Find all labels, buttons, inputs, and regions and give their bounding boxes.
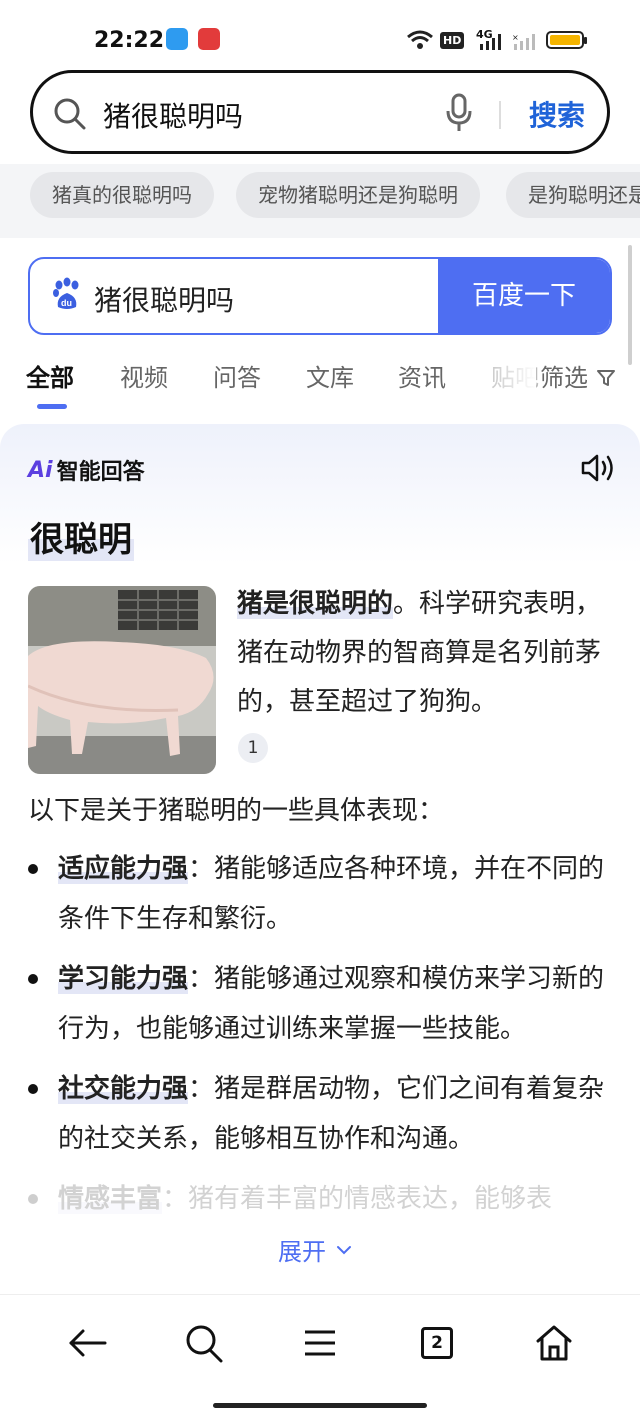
arrow-left-icon: [69, 1329, 107, 1357]
bullet-dot: [28, 974, 38, 984]
browser-search-bar[interactable]: 猪很聪明吗 搜索: [30, 70, 610, 154]
list-item: 社交能力强：猪是群居动物，它们之间有着复杂的社交关系，能够相互协作和沟通。: [28, 1064, 610, 1164]
filter-label: 筛选: [540, 364, 588, 392]
expand-button[interactable]: 展开: [278, 1232, 352, 1267]
answer-intro: 以下是关于猪聪明的一些具体表现：: [28, 796, 445, 826]
svg-text:du: du: [61, 298, 72, 308]
suggestion-chip[interactable]: 猪真的很聪明吗: [30, 172, 214, 218]
point-keyword: 社交能力强: [58, 1074, 189, 1104]
suggestion-chip[interactable]: 是狗聪明还是: [506, 172, 640, 218]
status-bar: 22:22 HD 4G ×: [0, 0, 640, 70]
baidu-search-button[interactable]: 百度一下: [438, 259, 610, 333]
tab-count-icon: 2: [421, 1327, 453, 1359]
tab-news[interactable]: 资讯: [398, 358, 446, 393]
answer-summary: 猪是很聪明的。科学研究表明，猪在动物界的智商算是名列前茅的，甚至超过了狗狗。: [237, 580, 617, 727]
tabs-button[interactable]: 2: [417, 1323, 457, 1363]
suggestion-chip[interactable]: 宠物猪聪明还是狗聪明: [236, 172, 480, 218]
scrollbar[interactable]: [628, 245, 632, 365]
svg-text:×: ×: [512, 34, 519, 42]
baidu-query[interactable]: 猪很聪明吗: [94, 279, 234, 319]
search-query[interactable]: 猪很聪明吗: [103, 95, 243, 135]
answer-lead-bold: 猪是很聪明的: [237, 589, 394, 619]
menu-icon: [305, 1330, 335, 1356]
list-item: 情感丰富：猪有着丰富的情感表达，能够表: [28, 1174, 610, 1224]
wifi-icon: [406, 30, 434, 54]
search-button[interactable]: 搜索: [529, 94, 585, 134]
signal-icon: [478, 34, 504, 54]
bullet-dot: [28, 864, 38, 874]
search-icon: [186, 1325, 223, 1363]
ai-logo-icon: Ai: [28, 457, 53, 483]
tab-qa[interactable]: 问答: [213, 358, 261, 393]
home-indicator[interactable]: [213, 1403, 427, 1408]
tab-all[interactable]: 全部: [26, 358, 74, 393]
filter-button[interactable]: 筛选: [540, 358, 616, 393]
weather-app-icon: [166, 28, 188, 50]
divider: [499, 101, 501, 129]
home-button[interactable]: [534, 1323, 574, 1363]
citation-badge[interactable]: 1: [238, 733, 268, 763]
active-tab-indicator: [37, 404, 67, 409]
baidu-paw-icon: du: [52, 277, 82, 315]
point-keyword: 适应能力强: [58, 854, 189, 884]
answer-headline: 很聪明: [28, 512, 134, 561]
list-item: 学习能力强：猪能够通过观察和模仿来学习新的行为，也能够通过训练来掌握一些技能。: [28, 954, 610, 1054]
point-text: ：猪有着丰富的情感表达，能够表: [162, 1184, 553, 1214]
home-icon: [536, 1325, 572, 1361]
filter-icon: [596, 370, 615, 386]
back-button[interactable]: [67, 1323, 107, 1363]
list-item: 适应能力强：猪能够适应各种环境，并在不同的条件下生存和繁衍。: [28, 844, 610, 944]
health-app-icon: [198, 28, 220, 50]
hd-badge: HD: [440, 32, 465, 49]
menu-button[interactable]: [300, 1323, 340, 1363]
point-keyword: 学习能力强: [58, 964, 189, 994]
suggestion-bar: 猪真的很聪明吗 宠物猪聪明还是狗聪明 是狗聪明还是: [0, 164, 640, 238]
ai-answer-label: 智能回答: [56, 460, 145, 485]
tab-video[interactable]: 视频: [120, 358, 168, 393]
tab-fade: [480, 356, 536, 396]
battery-icon: [546, 31, 587, 49]
microphone-icon[interactable]: [445, 93, 473, 137]
expand-label: 展开: [278, 1238, 326, 1266]
search-icon: [53, 97, 87, 135]
bullet-dot: [28, 1084, 38, 1094]
speaker-icon[interactable]: [580, 452, 616, 488]
signal-2-icon: ×: [512, 33, 538, 54]
chevron-down-icon: [337, 1245, 351, 1254]
ai-answer-badge: Ai 智能回答: [28, 454, 145, 486]
point-keyword: 情感丰富: [58, 1184, 163, 1214]
search-nav-button[interactable]: [184, 1323, 224, 1363]
pig-image[interactable]: [28, 586, 216, 774]
tab-library[interactable]: 文库: [306, 358, 354, 393]
baidu-search-box[interactable]: du 猪很聪明吗 百度一下: [28, 257, 612, 335]
clock: 22:22: [94, 28, 165, 53]
bullet-dot: [28, 1194, 38, 1204]
